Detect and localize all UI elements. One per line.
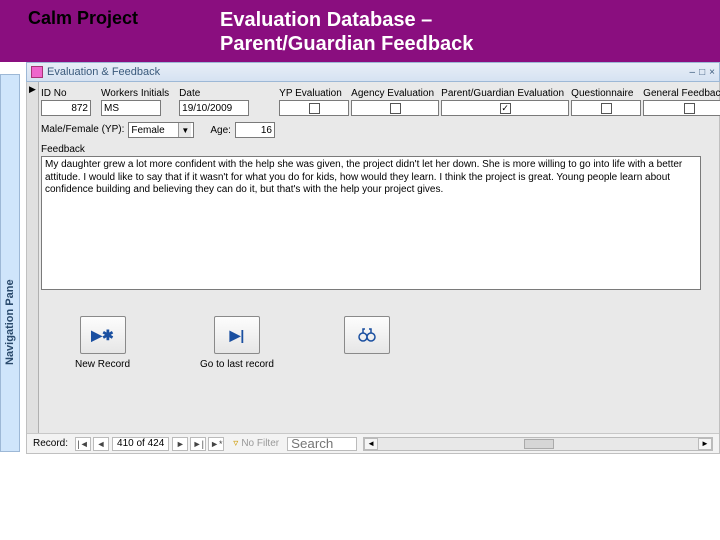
navigation-pane-label: Navigation Pane <box>4 279 16 365</box>
app-area: Navigation Pane Evaluation & Feedback – … <box>0 62 720 480</box>
record-navigation-bar: Record: |◄ ◄ 410 of 424 ► ►| ►* ▿ No Fil… <box>27 433 719 453</box>
navigation-pane[interactable]: Navigation Pane <box>0 74 20 452</box>
window-maximize-button[interactable]: □ <box>699 67 705 78</box>
age-field[interactable] <box>235 122 275 138</box>
slide-header: Calm Project Evaluation Database – Paren… <box>0 0 720 62</box>
chevron-down-icon[interactable]: ▼ <box>178 123 191 137</box>
record-position[interactable]: 410 of 424 <box>112 437 169 451</box>
nav-first-button[interactable]: |◄ <box>75 437 91 451</box>
general-feedback-checkbox[interactable] <box>684 103 695 114</box>
general-feedback-label: General Feedback <box>643 88 720 99</box>
filter-indicator[interactable]: ▿ No Filter <box>233 438 279 449</box>
window-title: Evaluation & Feedback <box>47 66 690 78</box>
workers-initials-field[interactable] <box>101 100 161 116</box>
form-body: ▶ ID No Workers Initials Date YP Evaluat… <box>26 82 720 454</box>
window-titlebar[interactable]: Evaluation & Feedback – □ × <box>26 62 720 82</box>
feedback-label: Feedback <box>41 144 711 155</box>
age-label: Age: <box>210 125 231 136</box>
new-record-caption: New Record <box>75 359 130 370</box>
new-record-button[interactable]: ▶✱ <box>80 316 126 354</box>
find-button[interactable] <box>344 316 390 354</box>
feedback-textarea[interactable]: My daughter grew a lot more confident wi… <box>41 156 701 290</box>
slide-title-left: Calm Project <box>0 8 220 29</box>
record-label: Record: <box>27 438 74 449</box>
record-selector-icon: ▶ <box>27 82 38 95</box>
evaluation-checkboxes: YP Evaluation Agency Evaluation Parent/G… <box>279 88 720 116</box>
funnel-icon: ▿ <box>233 438 238 449</box>
scroll-thumb[interactable] <box>524 439 554 449</box>
male-female-label: Male/Female (YP): <box>41 124 124 135</box>
go-to-last-record-button[interactable]: ▶| <box>214 316 260 354</box>
scroll-right-button[interactable]: ► <box>698 438 712 450</box>
nav-prev-button[interactable]: ◄ <box>93 437 109 451</box>
nav-last-button[interactable]: ►| <box>190 437 206 451</box>
slide-title-right: Evaluation Database – Parent/Guardian Fe… <box>220 8 473 56</box>
parent-eval-label: Parent/Guardian Evaluation <box>441 88 569 99</box>
window-close-button[interactable]: × <box>709 67 715 78</box>
agency-eval-checkbox[interactable] <box>390 103 401 114</box>
questionnaire-label: Questionnaire <box>571 88 641 99</box>
questionnaire-checkbox[interactable] <box>601 103 612 114</box>
yp-eval-checkbox[interactable] <box>309 103 320 114</box>
form-window: Evaluation & Feedback – □ × ▶ ID No Work… <box>26 62 720 462</box>
id-no-field[interactable] <box>41 100 91 116</box>
scroll-left-button[interactable]: ◄ <box>364 438 378 450</box>
binoculars-icon <box>357 325 377 345</box>
record-selector[interactable]: ▶ <box>27 82 39 434</box>
window-minimize-button[interactable]: – <box>690 67 696 78</box>
workers-initials-label: Workers Initials <box>101 88 169 99</box>
nav-new-button[interactable]: ►* <box>208 437 224 451</box>
date-field[interactable] <box>179 100 249 116</box>
agency-eval-label: Agency Evaluation <box>351 88 439 99</box>
go-to-last-caption: Go to last record <box>200 359 274 370</box>
parent-eval-checkbox[interactable]: ✓ <box>500 103 511 114</box>
form-icon <box>31 66 43 78</box>
date-label: Date <box>179 88 249 99</box>
nav-next-button[interactable]: ► <box>172 437 188 451</box>
id-no-label: ID No <box>41 88 91 99</box>
horizontal-scrollbar[interactable]: ◄ ► <box>363 437 713 451</box>
search-input[interactable] <box>287 437 357 451</box>
male-female-select[interactable]: Female ▼ <box>128 122 194 138</box>
male-female-value: Female <box>131 125 164 136</box>
yp-eval-label: YP Evaluation <box>279 88 349 99</box>
